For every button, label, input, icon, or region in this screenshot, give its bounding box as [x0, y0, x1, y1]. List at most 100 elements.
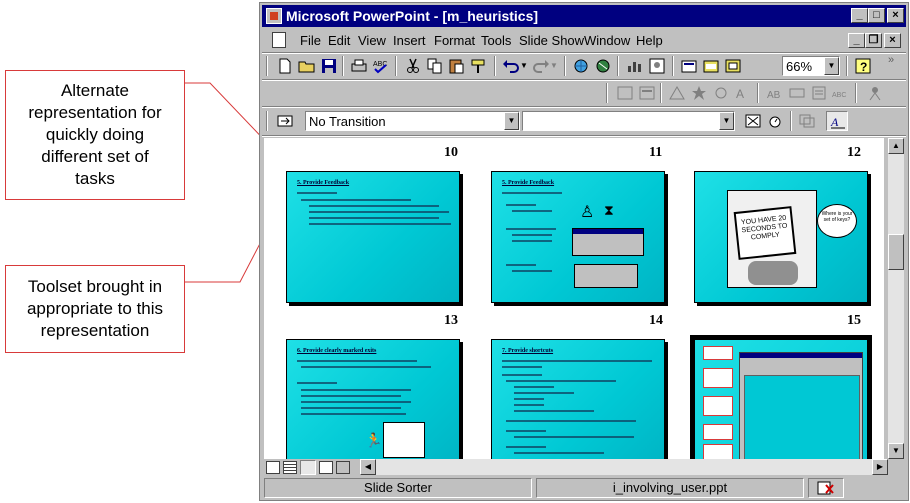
menu-tools[interactable]: Tools — [481, 33, 511, 48]
slide-layout-button[interactable] — [700, 56, 722, 76]
text-effects-icon: A — [736, 87, 744, 101]
scroll-up-button[interactable]: ▲ — [888, 138, 904, 154]
toolbar-separator — [660, 83, 662, 103]
horizontal-scrollbar[interactable]: ◀ ▶ — [360, 459, 888, 475]
slide-thumbnail-15-selected[interactable] — [690, 335, 872, 459]
slide-sorter-pane[interactable]: 10 11 12 5. Provide Feedback 5. Provide … — [264, 138, 884, 459]
toolbar-separator — [790, 111, 792, 131]
save-button[interactable] — [318, 56, 340, 76]
normal-view-icon[interactable] — [266, 461, 280, 474]
summary-slide-button[interactable] — [796, 111, 818, 131]
outline-view-icon[interactable] — [283, 461, 297, 474]
new-button[interactable] — [274, 56, 296, 76]
slide-thumbnail-13[interactable]: 6. Provide clearly marked exits 🏃 — [286, 339, 460, 459]
hide-slide-button[interactable] — [742, 111, 764, 131]
toolbar-overflow-icon[interactable]: » — [888, 54, 894, 66]
doc-restore-button[interactable]: ❐ — [865, 33, 882, 48]
rehearse-timings-button[interactable] — [764, 111, 786, 131]
gray-tool-5[interactable] — [710, 83, 732, 103]
gray-tool-8[interactable] — [786, 83, 808, 103]
close-button[interactable]: × — [887, 8, 904, 23]
transition-effect-select[interactable]: No Transition ▼ — [305, 111, 520, 131]
zoom-select[interactable]: 66% ▼ — [782, 56, 840, 76]
menu-edit[interactable]: Edit — [328, 33, 350, 48]
maximize-button[interactable]: □ — [868, 8, 885, 23]
status-spelling-panel[interactable] — [808, 478, 844, 498]
menu-format[interactable]: Format — [434, 33, 475, 48]
print-button[interactable] — [348, 56, 370, 76]
toolbar-divider — [262, 135, 906, 137]
slide-show-icon[interactable] — [336, 461, 350, 474]
powerpoint-app-icon[interactable] — [266, 8, 282, 24]
web-toolbar-button[interactable] — [592, 56, 614, 76]
redo-dropdown[interactable]: ▼ — [550, 56, 560, 76]
gray-tool-10[interactable]: ABC — [830, 83, 852, 103]
slide-thumbnail-12[interactable]: YOU HAVE 20 SECONDS TO COMPLY Where is y… — [694, 171, 868, 303]
toolbar-separator — [564, 56, 566, 76]
slide-thumbnail-11[interactable]: 5. Provide Feedback ♙ ⧗ — [491, 171, 665, 303]
printer-icon — [351, 59, 367, 72]
open-button[interactable] — [296, 56, 318, 76]
undo-dropdown[interactable]: ▼ — [520, 56, 530, 76]
menu-file[interactable]: File — [300, 33, 321, 48]
menu-window[interactable]: Window — [584, 33, 630, 48]
document-icon[interactable] — [272, 32, 286, 48]
gray-tool-11[interactable] — [864, 83, 886, 103]
gray-tool-1[interactable] — [614, 83, 636, 103]
paste-button[interactable] — [446, 56, 468, 76]
mini-callout — [703, 368, 733, 388]
chevron-down-icon[interactable]: ▼ — [504, 112, 519, 130]
title-bar[interactable]: Microsoft PowerPoint - [m_heuristics] _ … — [262, 5, 906, 27]
vertical-scrollbar[interactable]: ▲ ▼ — [888, 138, 904, 459]
slide-transition-button[interactable] — [274, 111, 296, 131]
help-question-icon: ? — [855, 58, 871, 74]
slide-view-icon[interactable] — [319, 461, 333, 474]
spelling-button[interactable]: ABC — [370, 56, 392, 76]
status-template-panel: i_involving_user.ppt — [536, 478, 804, 498]
gray-tool-3[interactable] — [666, 83, 688, 103]
slide-thumbnail-14[interactable]: 7. Provide shortcuts — [491, 339, 665, 459]
new-slide-button[interactable] — [678, 56, 700, 76]
gray-tool-6[interactable]: A — [732, 83, 754, 103]
slide-thumbnail-10[interactable]: 5. Provide Feedback — [286, 171, 460, 303]
menu-slide-show[interactable]: Slide Show — [519, 33, 584, 48]
scroll-down-button[interactable]: ▼ — [888, 443, 904, 459]
scroll-right-button[interactable]: ▶ — [872, 459, 888, 475]
doc-minimize-button[interactable]: _ — [848, 33, 865, 48]
scroll-thumb[interactable] — [888, 234, 904, 270]
gray-tool-2[interactable] — [636, 83, 658, 103]
chevron-down-icon[interactable]: ▼ — [719, 112, 734, 130]
zoom-value: 66% — [786, 59, 813, 74]
insert-hyperlink-button[interactable] — [570, 56, 592, 76]
menu-help[interactable]: Help — [636, 33, 663, 48]
show-formatting-icon: A — [830, 115, 845, 129]
slide-sorter-view-icon[interactable] — [300, 460, 316, 475]
menu-insert[interactable]: Insert — [393, 33, 426, 48]
cut-button[interactable] — [402, 56, 424, 76]
undo-button[interactable] — [500, 56, 522, 76]
powerpoint-window: Microsoft PowerPoint - [m_heuristics] _ … — [259, 2, 909, 501]
apply-design-button[interactable] — [722, 56, 744, 76]
dialog-screenshot — [572, 228, 644, 256]
gray-tool-9[interactable] — [808, 83, 830, 103]
menu-view[interactable]: View — [358, 33, 386, 48]
formatting-toolbar: A AB ABC — [262, 81, 906, 105]
text-animation-select[interactable]: ▼ — [522, 111, 735, 131]
gray-tool-4[interactable] — [688, 83, 710, 103]
undo-arrow-icon — [503, 60, 519, 73]
show-formatting-button[interactable]: A — [826, 111, 848, 131]
gray-tool-7[interactable]: AB — [764, 83, 786, 103]
minimize-button[interactable]: _ — [851, 8, 868, 23]
effects-icon — [715, 87, 727, 99]
text-icon: AB — [767, 90, 781, 101]
insert-clipart-button[interactable] — [646, 56, 668, 76]
running-person-icon: 🏃 — [365, 432, 383, 448]
copy-button[interactable] — [424, 56, 446, 76]
scroll-left-button[interactable]: ◀ — [360, 459, 376, 475]
doc-close-button[interactable]: × — [884, 33, 901, 48]
chevron-down-icon[interactable]: ▼ — [824, 57, 839, 75]
format-painter-button[interactable] — [468, 56, 490, 76]
insert-chart-button[interactable] — [624, 56, 646, 76]
office-assistant-button[interactable]: ? — [852, 56, 874, 76]
redo-button[interactable] — [530, 56, 552, 76]
